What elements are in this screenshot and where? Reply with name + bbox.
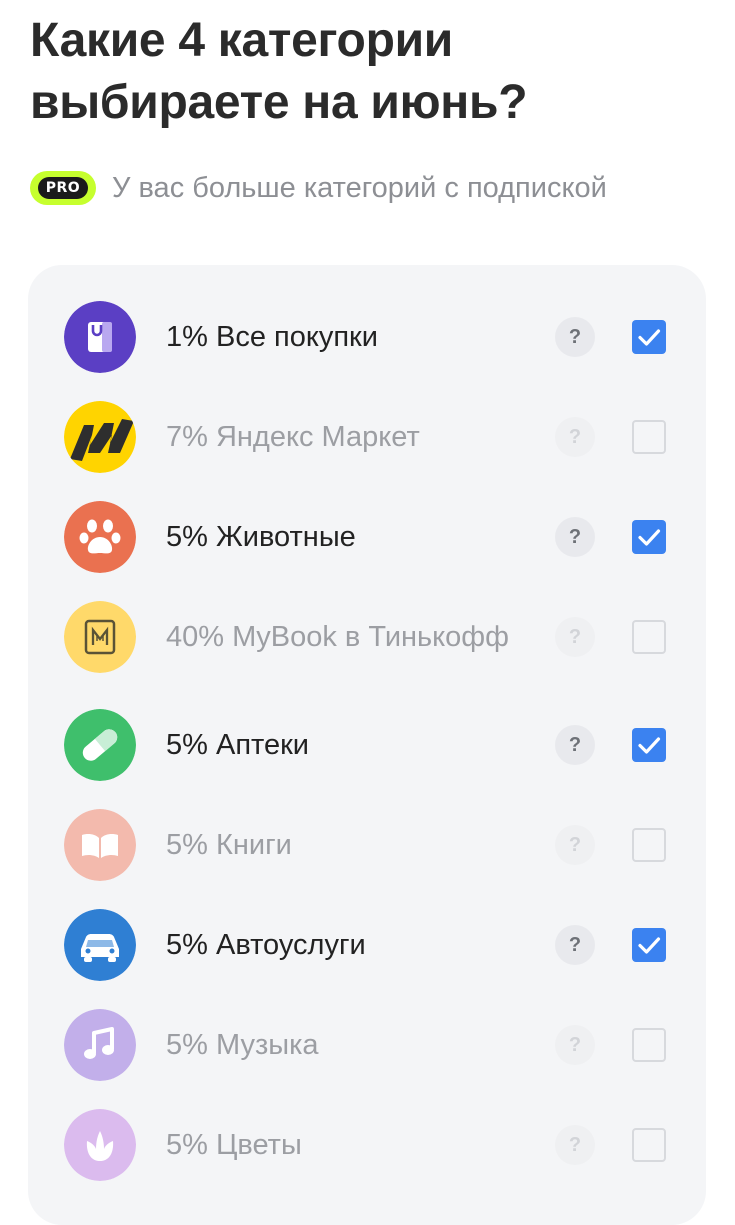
pro-badge: PRO [30,171,96,205]
category-row-all-purchases[interactable]: 1% Все покупки ? [28,287,706,387]
help-button[interactable]: ? [555,517,595,557]
category-label: 7% Яндекс Маркет [166,420,420,453]
help-button[interactable]: ? [555,825,595,865]
categories-card: 1% Все покупки ? 7% Яндекс Маркет ? 5% Ж… [28,265,706,1225]
category-row-pharmacies[interactable]: 5% Аптеки ? [28,695,706,795]
page-title: Какие 4 категории выбираете на июнь? [30,14,528,129]
help-button[interactable]: ? [555,725,595,765]
car-icon [64,909,136,981]
category-label: 5% Книги [166,828,292,861]
help-button[interactable]: ? [555,1025,595,1065]
pill-icon [64,709,136,781]
pro-hint-text: У вас больше категорий с подпиской [112,171,607,204]
category-label: 40% MyBook в Тинькофф [166,620,510,653]
category-label: 5% Аптеки [166,728,309,761]
category-row-flowers[interactable]: 5% Цветы ? [28,1095,706,1195]
mybook-icon [64,601,136,673]
book-icon [64,809,136,881]
paw-icon [64,501,136,573]
help-button[interactable]: ? [555,417,595,457]
category-checkbox[interactable] [632,420,666,454]
category-checkbox[interactable] [632,1128,666,1162]
category-row-yandex-market[interactable]: 7% Яндекс Маркет ? [28,387,706,487]
category-label: 1% Все покупки [166,320,378,353]
category-label: 5% Животные [166,520,356,553]
shopping-bag-icon [64,301,136,373]
category-checkbox[interactable] [632,1028,666,1062]
category-row-books[interactable]: 5% Книги ? [28,795,706,895]
category-checkbox[interactable] [632,620,666,654]
category-checkbox[interactable] [632,728,666,762]
category-row-auto-services[interactable]: 5% Автоуслуги ? [28,895,706,995]
help-button[interactable]: ? [555,317,595,357]
category-checkbox[interactable] [632,928,666,962]
category-label: 5% Цветы [166,1128,302,1161]
category-row-animals[interactable]: 5% Животные ? [28,487,706,587]
category-checkbox[interactable] [632,320,666,354]
category-checkbox[interactable] [632,520,666,554]
category-row-music[interactable]: 5% Музыка ? [28,995,706,1095]
category-checkbox[interactable] [632,828,666,862]
help-button[interactable]: ? [555,1125,595,1165]
yandex-market-icon [64,401,136,473]
flower-icon [64,1109,136,1181]
category-label: 5% Музыка [166,1028,319,1061]
category-label: 5% Автоуслуги [166,928,366,961]
help-button[interactable]: ? [555,617,595,657]
pro-subscription-hint[interactable]: PRO У вас больше категорий с подпиской [30,168,607,208]
music-note-icon [64,1009,136,1081]
pro-badge-label: PRO [37,177,89,199]
category-row-mybook[interactable]: 40% MyBook в Тинькофф ? [28,587,706,687]
help-button[interactable]: ? [555,925,595,965]
